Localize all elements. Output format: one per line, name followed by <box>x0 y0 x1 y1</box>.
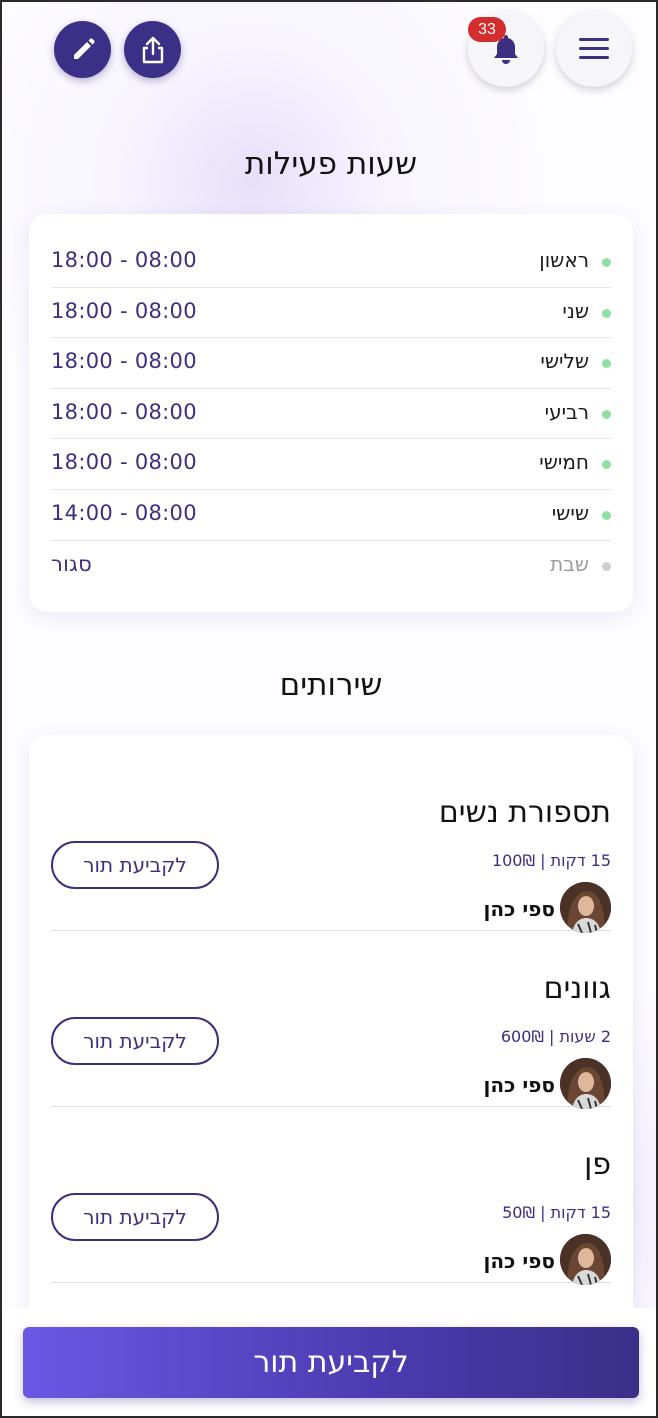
hours-row: שבת סגור <box>51 541 611 592</box>
hours-row: שישי 14:00 - 08:00 <box>51 490 611 541</box>
day-name: שלישי <box>540 349 589 374</box>
book-appointment-main-button[interactable]: לקביעת תור <box>23 1327 639 1398</box>
avatar <box>560 882 611 933</box>
open-status-dot <box>602 510 611 520</box>
avatar <box>560 1234 611 1285</box>
book-appointment-button[interactable]: לקביעת תור <box>51 1017 219 1065</box>
hours-row: חמישי 18:00 - 08:00 <box>51 439 611 490</box>
day-hours: 18:00 - 08:00 <box>51 450 197 475</box>
staff-name: ספי כהן <box>483 897 555 921</box>
hours-row: ראשון 18:00 - 08:00 <box>51 237 611 288</box>
service-duration-price: 15 דקות | 100₪ <box>491 851 611 870</box>
edit-icon <box>73 37 95 59</box>
day-hours: 18:00 - 08:00 <box>51 349 197 374</box>
hours-title: שעות פעילות <box>244 146 418 182</box>
staff-name: ספי כהן <box>483 1073 555 1097</box>
book-appointment-button[interactable]: לקביעת תור <box>51 1193 219 1241</box>
edit-button[interactable] <box>54 21 111 78</box>
day-name: רביעי <box>544 399 589 424</box>
day-hours: 18:00 - 08:00 <box>51 298 197 323</box>
book-appointment-button[interactable]: לקביעת תור <box>51 841 219 889</box>
open-status-dot <box>602 460 611 470</box>
closed-status-dot <box>602 561 611 571</box>
open-status-dot <box>602 409 611 419</box>
hours-list: ראשון 18:00 - 08:00 שני 18:00 - 08:00 של… <box>51 237 611 591</box>
hours-row: שלישי 18:00 - 08:00 <box>51 338 611 389</box>
menu-button[interactable] <box>556 11 632 87</box>
service-name: גוונים <box>543 971 611 1006</box>
business-page: 33 שעות פעילות ראשון 18:00 - 08:00 שני 1… <box>0 0 658 1418</box>
menu-icon <box>579 38 609 59</box>
service-duration-price: 2 שעות | 600₪ <box>500 1027 611 1046</box>
hours-row: שני 18:00 - 08:00 <box>51 288 611 339</box>
day-name: חמישי <box>539 450 589 475</box>
hours-row: רביעי 18:00 - 08:00 <box>51 389 611 440</box>
day-name: שני <box>562 298 589 323</box>
service-item: פן 15 דקות | 50₪ לקביעת תור ספי כהן <box>51 1107 611 1285</box>
service-duration-price: 15 דקות | 50₪ <box>502 1203 611 1222</box>
avatar <box>560 1058 611 1109</box>
day-hours: סגור <box>51 551 93 576</box>
day-hours: 18:00 - 08:00 <box>51 248 197 272</box>
day-name: שבת <box>550 551 589 576</box>
service-name: תספורת נשים <box>438 795 611 830</box>
day-hours: 14:00 - 08:00 <box>51 500 197 525</box>
hours-card: ראשון 18:00 - 08:00 שני 18:00 - 08:00 של… <box>29 214 633 612</box>
service-name: פן <box>584 1147 611 1182</box>
service-item: תספורת נשים 15 דקות | 100₪ לקביעת תור ספ… <box>51 755 611 933</box>
day-name: ראשון <box>539 248 589 272</box>
service-item: גוונים 2 שעות | 600₪ לקביעת תור ספי כהן <box>51 931 611 1109</box>
open-status-dot <box>602 308 611 318</box>
open-status-dot <box>602 258 611 267</box>
day-name: שישי <box>551 500 589 525</box>
staff-name: ספי כהן <box>483 1249 555 1273</box>
share-button[interactable] <box>124 21 181 78</box>
open-status-dot <box>602 359 611 369</box>
day-hours: 18:00 - 08:00 <box>51 399 197 424</box>
services-title: שירותים <box>279 667 383 703</box>
notification-badge: 33 <box>468 17 506 42</box>
share-icon <box>142 36 163 63</box>
